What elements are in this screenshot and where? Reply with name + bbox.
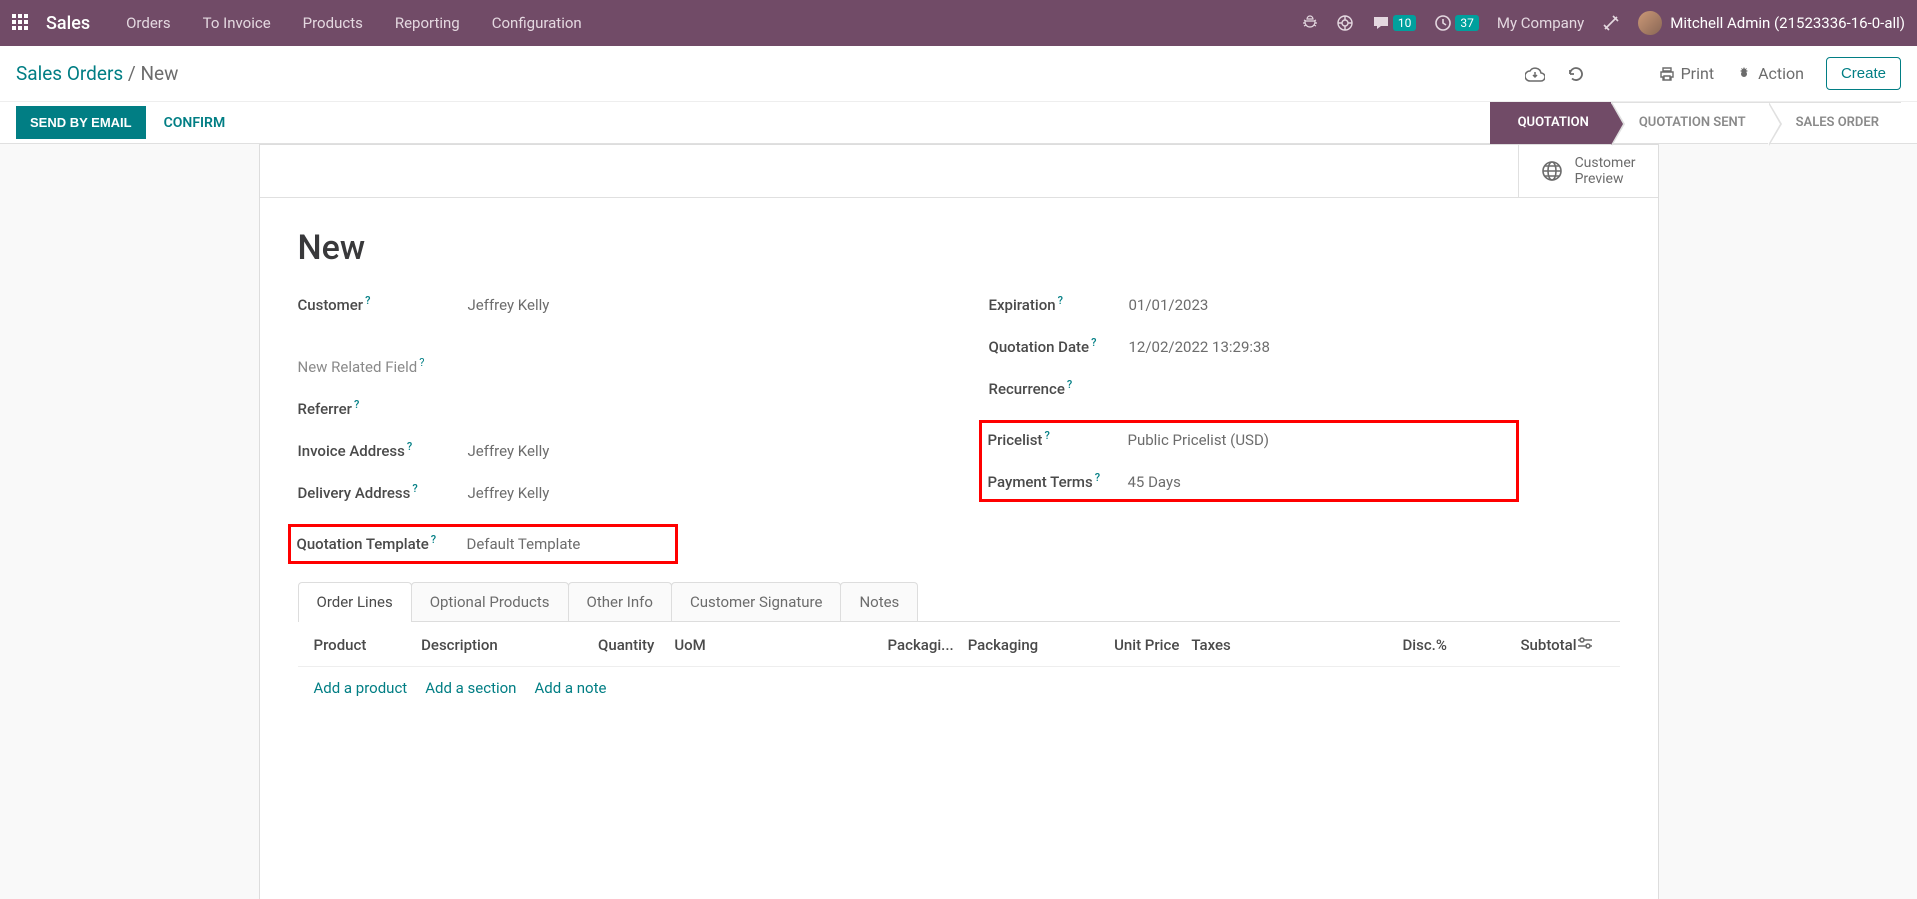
notebook-tabs: Order Lines Optional Products Other Info… — [298, 582, 1620, 622]
col-settings-icon[interactable] — [1577, 636, 1604, 654]
create-button[interactable]: Create — [1826, 57, 1901, 90]
invoice-address-field[interactable]: Jeffrey Kelly — [468, 442, 550, 460]
save-cloud-icon[interactable] — [1525, 66, 1545, 82]
add-section-link[interactable]: Add a section — [425, 679, 516, 697]
user-menu[interactable]: Mitchell Admin (21523336-16-0-all) — [1638, 11, 1905, 35]
nav-to-invoice[interactable]: To Invoice — [189, 14, 285, 32]
confirm-button[interactable]: CONFIRM — [164, 115, 226, 131]
col-uom[interactable]: UoM — [654, 636, 746, 654]
quotation-template-label: Quotation Template? — [297, 533, 467, 553]
col-taxes[interactable]: Taxes — [1179, 636, 1270, 654]
top-navbar: Sales Orders To Invoice Products Reporti… — [0, 0, 1917, 46]
page-title: New — [298, 228, 1620, 268]
nav-products[interactable]: Products — [289, 14, 377, 32]
tab-notes[interactable]: Notes — [840, 582, 918, 621]
tab-optional-products[interactable]: Optional Products — [411, 582, 569, 621]
messages-icon[interactable]: 10 — [1372, 14, 1417, 32]
delivery-address-field[interactable]: Jeffrey Kelly — [468, 484, 550, 502]
avatar — [1638, 11, 1662, 35]
step-sales-order[interactable]: SALES ORDER — [1768, 102, 1901, 144]
customer-field[interactable]: Jeffrey Kelly — [468, 296, 550, 314]
col-subtotal[interactable]: Subtotal — [1487, 636, 1577, 654]
add-product-link[interactable]: Add a product — [314, 679, 408, 697]
activities-icon[interactable]: 37 — [1434, 14, 1479, 32]
print-button[interactable]: Print — [1659, 64, 1714, 83]
action-button[interactable]: Action — [1736, 64, 1804, 83]
customer-preview-button[interactable]: Customer Preview — [1518, 145, 1658, 197]
control-bar: Sales Orders / New Print Action Create — [0, 46, 1917, 102]
referrer-label: Referrer? — [298, 398, 468, 418]
tab-customer-signature[interactable]: Customer Signature — [671, 582, 842, 621]
new-related-label: New Related Field? — [298, 356, 468, 376]
quotation-date-field[interactable]: 12/02/2022 13:29:38 — [1129, 338, 1270, 356]
globe-icon — [1541, 160, 1563, 182]
highlight-pricelist-terms: Pricelist? Public Pricelist (USD) Paymen… — [979, 420, 1519, 502]
apps-icon[interactable] — [12, 14, 30, 32]
app-brand[interactable]: Sales — [46, 13, 90, 34]
customer-label: Customer? — [298, 294, 468, 314]
expiration-field[interactable]: 01/01/2023 — [1129, 296, 1209, 314]
breadcrumb-root[interactable]: Sales Orders — [16, 62, 123, 85]
discard-icon[interactable] — [1567, 65, 1585, 83]
breadcrumb: Sales Orders / New — [16, 62, 178, 85]
invoice-address-label: Invoice Address? — [298, 440, 468, 460]
step-quotation-sent[interactable]: QUOTATION SENT — [1611, 102, 1768, 144]
payment-terms-field[interactable]: 45 Days — [1128, 473, 1181, 491]
recurrence-label: Recurrence? — [989, 378, 1129, 398]
nav-reporting[interactable]: Reporting — [381, 14, 474, 32]
tab-other-info[interactable]: Other Info — [568, 582, 672, 621]
pricelist-label: Pricelist? — [988, 429, 1128, 449]
form-sheet: Customer Preview New Customer? Jeffrey K… — [259, 144, 1659, 899]
col-packagi[interactable]: Packagi... — [846, 636, 954, 654]
expiration-label: Expiration? — [989, 294, 1129, 314]
company-selector[interactable]: My Company — [1497, 14, 1584, 32]
debug-icon[interactable] — [1302, 15, 1318, 31]
nav-orders[interactable]: Orders — [112, 14, 185, 32]
col-packaging[interactable]: Packaging — [954, 636, 1063, 654]
messages-badge: 10 — [1393, 15, 1417, 31]
add-note-link[interactable]: Add a note — [534, 679, 606, 697]
delivery-address-label: Delivery Address? — [298, 482, 468, 502]
user-name: Mitchell Admin (21523336-16-0-all) — [1670, 14, 1905, 32]
quotation-date-label: Quotation Date? — [989, 336, 1129, 356]
quotation-template-field[interactable]: Default Template — [467, 535, 581, 553]
support-icon[interactable] — [1336, 14, 1354, 32]
send-by-email-button[interactable]: SEND BY EMAIL — [16, 106, 146, 139]
activities-badge: 37 — [1455, 15, 1479, 31]
col-product[interactable]: Product — [314, 636, 422, 654]
col-description[interactable]: Description — [421, 636, 565, 654]
col-quantity[interactable]: Quantity — [565, 636, 655, 654]
tools-icon[interactable] — [1602, 14, 1620, 32]
tab-order-lines[interactable]: Order Lines — [298, 582, 412, 621]
col-disc[interactable]: Disc.% — [1330, 636, 1447, 654]
status-steps: QUOTATION QUOTATION SENT SALES ORDER — [1490, 102, 1901, 144]
status-bar: SEND BY EMAIL CONFIRM QUOTATION QUOTATIO… — [0, 102, 1917, 144]
pricelist-field[interactable]: Public Pricelist (USD) — [1128, 431, 1270, 449]
highlight-quotation-template: Quotation Template? Default Template — [288, 524, 678, 564]
nav-configuration[interactable]: Configuration — [478, 14, 596, 32]
step-quotation[interactable]: QUOTATION — [1490, 102, 1611, 144]
order-lines-add-row: Add a product Add a section Add a note — [298, 667, 1620, 709]
col-unit-price[interactable]: Unit Price — [1063, 636, 1180, 654]
payment-terms-label: Payment Terms? — [988, 471, 1128, 491]
breadcrumb-current: New — [140, 62, 178, 85]
order-lines-header: Product Description Quantity UoM Packagi… — [298, 622, 1620, 667]
